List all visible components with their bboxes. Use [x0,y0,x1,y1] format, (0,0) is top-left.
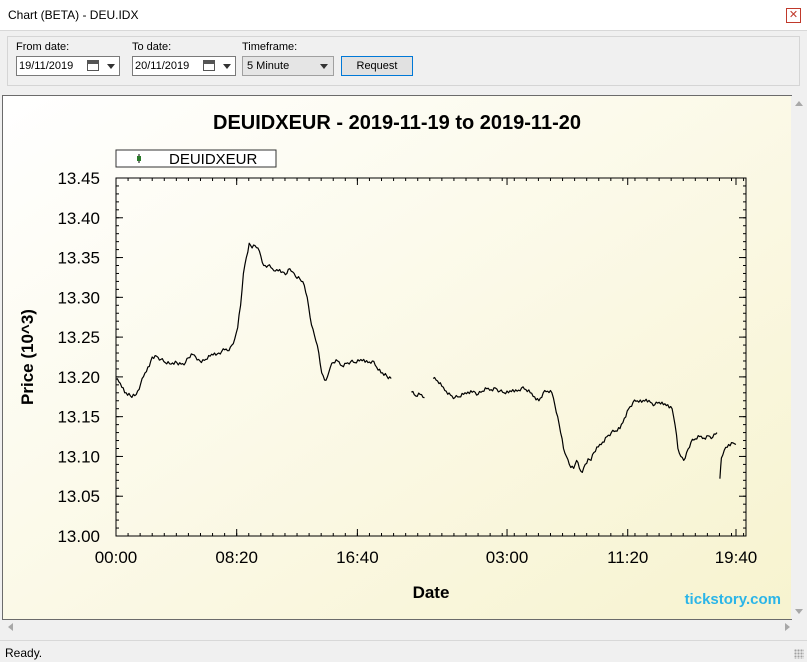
x-tick-label: 00:00 [95,548,138,567]
y-tick-label: 13.25 [57,328,100,347]
y-tick-label: 13.35 [57,249,100,268]
title-bar: Chart (BETA) - DEU.IDX ✕ [0,0,807,31]
timeframe-label: Timeframe: [242,41,298,53]
chart-title: DEUIDXEUR - 2019-11-19 to 2019-11-20 [213,112,581,134]
from-date-picker[interactable]: 19/11/2019 [16,56,120,76]
y-tick-label: 13.15 [57,408,100,427]
legend-marker-icon [137,156,141,161]
chart-panel: DEUIDXEUR - 2019-11-19 to 2019-11-20 DEU… [2,95,807,620]
resize-grip-icon[interactable] [794,649,804,659]
to-date-value: 20/11/2019 [135,60,190,72]
scroll-left-icon[interactable] [8,623,13,631]
y-tick-label: 13.30 [57,288,100,307]
x-tick-label: 03:00 [486,548,529,567]
scroll-down-icon[interactable] [795,609,803,614]
chevron-down-icon[interactable] [223,64,231,69]
y-tick-label: 13.20 [57,368,100,387]
to-date-label: To date: [132,41,172,53]
x-axis-label: Date [413,583,450,602]
horizontal-scrollbar[interactable] [2,620,792,635]
tickstory-watermark: tickstory.com [685,591,781,608]
y-tick-label: 13.05 [57,487,100,506]
x-tick-label: 08:20 [215,548,258,567]
chevron-down-icon[interactable] [107,64,115,69]
vertical-scrollbar[interactable] [792,95,807,620]
from-date-label: From date: [16,41,70,53]
scroll-up-icon[interactable] [795,101,803,106]
calendar-icon[interactable] [203,60,215,71]
y-tick-label: 13.45 [57,169,100,188]
x-tick-label: 19:40 [715,548,758,567]
legend-entry: DEUIDXEUR [169,151,258,168]
to-date-picker[interactable]: 20/11/2019 [132,56,236,76]
y-tick-label: 13.10 [57,447,100,466]
chart-background [3,96,791,619]
chevron-down-icon[interactable] [320,64,328,69]
scroll-right-icon[interactable] [785,623,790,631]
price-chart: DEUIDXEUR - 2019-11-19 to 2019-11-20 DEU… [3,96,791,619]
x-tick-label: 11:20 [607,548,648,567]
status-text: Ready. [5,646,43,660]
window-title: Chart (BETA) - DEU.IDX [8,8,139,22]
chart-legend: DEUIDXEUR [115,149,277,168]
from-date-value: 19/11/2019 [19,60,74,72]
close-button[interactable]: ✕ [786,8,801,23]
y-axis-label: Price (10^3) [18,309,37,405]
timeframe-value: 5 Minute [247,60,290,72]
x-tick-label: 16:40 [336,548,379,567]
status-bar: Ready. [0,640,807,662]
close-icon: ✕ [788,9,799,21]
y-tick-label: 13.00 [57,527,100,546]
request-button[interactable]: Request [341,56,413,76]
calendar-icon[interactable] [87,60,99,71]
query-toolbar: From date: 19/11/2019 To date: 20/11/201… [7,36,800,86]
y-tick-label: 13.40 [57,209,100,228]
timeframe-select[interactable]: 5 Minute [242,56,334,76]
